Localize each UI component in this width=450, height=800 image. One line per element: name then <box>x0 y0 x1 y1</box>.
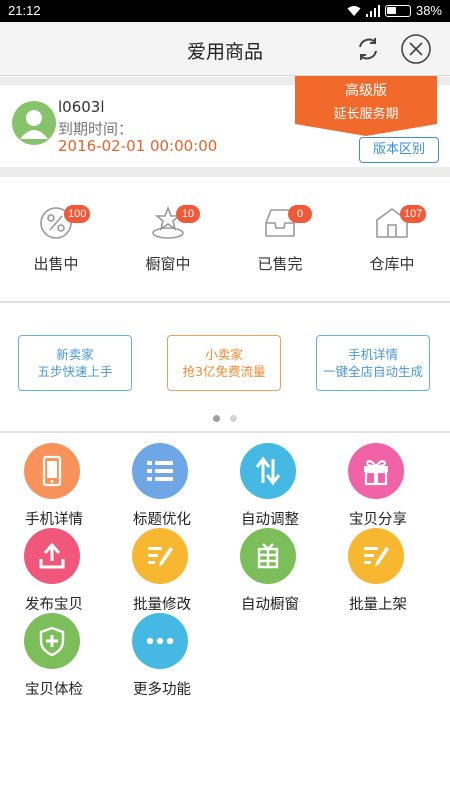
user-icon <box>20 110 48 139</box>
gift-icon <box>364 460 388 486</box>
promo-new-seller[interactable]: 新卖家 五步快速上手 <box>18 335 132 391</box>
battery-percent: 38% <box>415 3 442 18</box>
carousel-dots <box>0 415 450 422</box>
stat-label: 仓库中 <box>369 255 415 273</box>
tool-label: 宝贝体检 <box>25 682 83 698</box>
badge-showcase: 10 <box>176 205 200 223</box>
stat-label: 出售中 <box>33 255 79 273</box>
up-down-arrows-icon <box>255 456 281 486</box>
promo-small-seller[interactable]: 小卖家 抢3亿免费流量 <box>167 335 281 391</box>
stat-sold-out[interactable]: 0 已售完 <box>224 177 336 301</box>
wifi-icon <box>347 5 361 16</box>
badge-warehouse: 107 <box>400 205 427 223</box>
tool-icon-circle <box>24 443 80 499</box>
ribbon-tip <box>295 124 437 136</box>
status-right: 38% <box>347 3 442 18</box>
close-button[interactable] <box>399 32 433 66</box>
battery-icon <box>384 4 411 17</box>
promo-line1: 小卖家 <box>205 347 243 362</box>
tool-label: 自动橱窗 <box>241 597 299 613</box>
carousel-dot[interactable] <box>230 415 237 422</box>
list-icon <box>147 461 173 481</box>
showcase-icon <box>257 543 279 569</box>
status-time: 21:12 <box>8 3 41 18</box>
tool-publish-item[interactable]: 发布宝贝 <box>0 518 108 613</box>
promo-carousel[interactable]: 新卖家 五步快速上手 小卖家 抢3亿免费流量 手机详情 一键全店自动生成 <box>0 303 450 431</box>
expire-date: 2016-02-01 00:00:00 <box>58 137 218 155</box>
shield-plus-icon <box>39 626 65 657</box>
tool-label: 更多功能 <box>133 682 191 698</box>
tool-label: 批量上架 <box>349 597 407 613</box>
tool-icon-circle <box>132 528 188 584</box>
badge-on-sale: 100 <box>64 205 91 223</box>
promo-line2: 一键全店自动生成 <box>322 364 423 379</box>
tool-batch-listing[interactable]: 批量上架 <box>324 518 432 613</box>
promo-line2: 五步快速上手 <box>37 364 113 379</box>
tool-mobile-detail[interactable]: 手机详情 <box>0 433 108 528</box>
tool-icon-circle <box>132 613 188 669</box>
avatar <box>12 101 56 145</box>
promo-line1: 新卖家 <box>56 347 94 362</box>
version-compare-button[interactable]: 版本区别 <box>359 137 439 163</box>
stat-warehouse[interactable]: 107 仓库中 <box>336 177 448 301</box>
badge-sold-out: 0 <box>288 205 312 223</box>
more-dots-icon <box>146 637 174 645</box>
edit-list-icon <box>148 547 173 567</box>
tool-item-share[interactable]: 宝贝分享 <box>324 433 432 528</box>
phone-icon <box>42 455 62 487</box>
tool-auto-adjust[interactable]: 自动调整 <box>216 433 324 528</box>
nav-bar: 爱用商品 <box>0 22 450 76</box>
stat-label: 橱窗中 <box>145 255 191 273</box>
carousel-dot-active[interactable] <box>213 415 220 422</box>
promo-line2: 抢3亿免费流量 <box>182 364 266 379</box>
tool-icon-circle <box>132 443 188 499</box>
stat-label: 已售完 <box>257 255 303 273</box>
expire-label: 到期时间： <box>58 120 134 138</box>
refresh-button[interactable] <box>351 32 385 66</box>
stats-row: 100 出售中 10 橱窗中 0 已售完 107 仓库中 <box>0 177 450 301</box>
section-gap <box>0 167 450 177</box>
tool-item-checkup[interactable]: 宝贝体检 <box>0 603 108 698</box>
signal-icon <box>365 4 380 17</box>
tool-more-features[interactable]: 更多功能 <box>108 603 216 698</box>
promo-mobile-detail[interactable]: 手机详情 一键全店自动生成 <box>316 335 430 391</box>
refresh-icon <box>359 38 377 60</box>
stat-showcase[interactable]: 10 橱窗中 <box>112 177 224 301</box>
upload-icon <box>39 542 65 569</box>
username: l0603l <box>58 98 105 116</box>
close-icon <box>401 34 431 64</box>
ribbon-subtitle: 延长服务期 <box>333 107 399 122</box>
tool-icon-circle <box>24 613 80 669</box>
promo-line1: 手机详情 <box>347 347 398 362</box>
tools-grid: 手机详情 标题优化 自动调整 宝贝分享 发布宝贝 批量修改 自动橱窗 批量上架 … <box>0 433 450 800</box>
tool-auto-showcase[interactable]: 自动橱窗 <box>216 518 324 613</box>
tool-title-optimize[interactable]: 标题优化 <box>108 433 216 528</box>
ribbon-title: 高级版 <box>345 83 387 99</box>
upgrade-ribbon[interactable]: 高级版 延长服务期 <box>295 76 437 124</box>
tool-icon-circle <box>348 443 404 499</box>
status-bar: 21:12 38% <box>0 0 450 22</box>
tool-icon-circle <box>240 443 296 499</box>
edit-list-icon <box>364 547 389 567</box>
tool-batch-edit[interactable]: 批量修改 <box>108 518 216 613</box>
tool-icon-circle <box>348 528 404 584</box>
tool-icon-circle <box>24 528 80 584</box>
stat-on-sale[interactable]: 100 出售中 <box>0 177 112 301</box>
tool-icon-circle <box>240 528 296 584</box>
